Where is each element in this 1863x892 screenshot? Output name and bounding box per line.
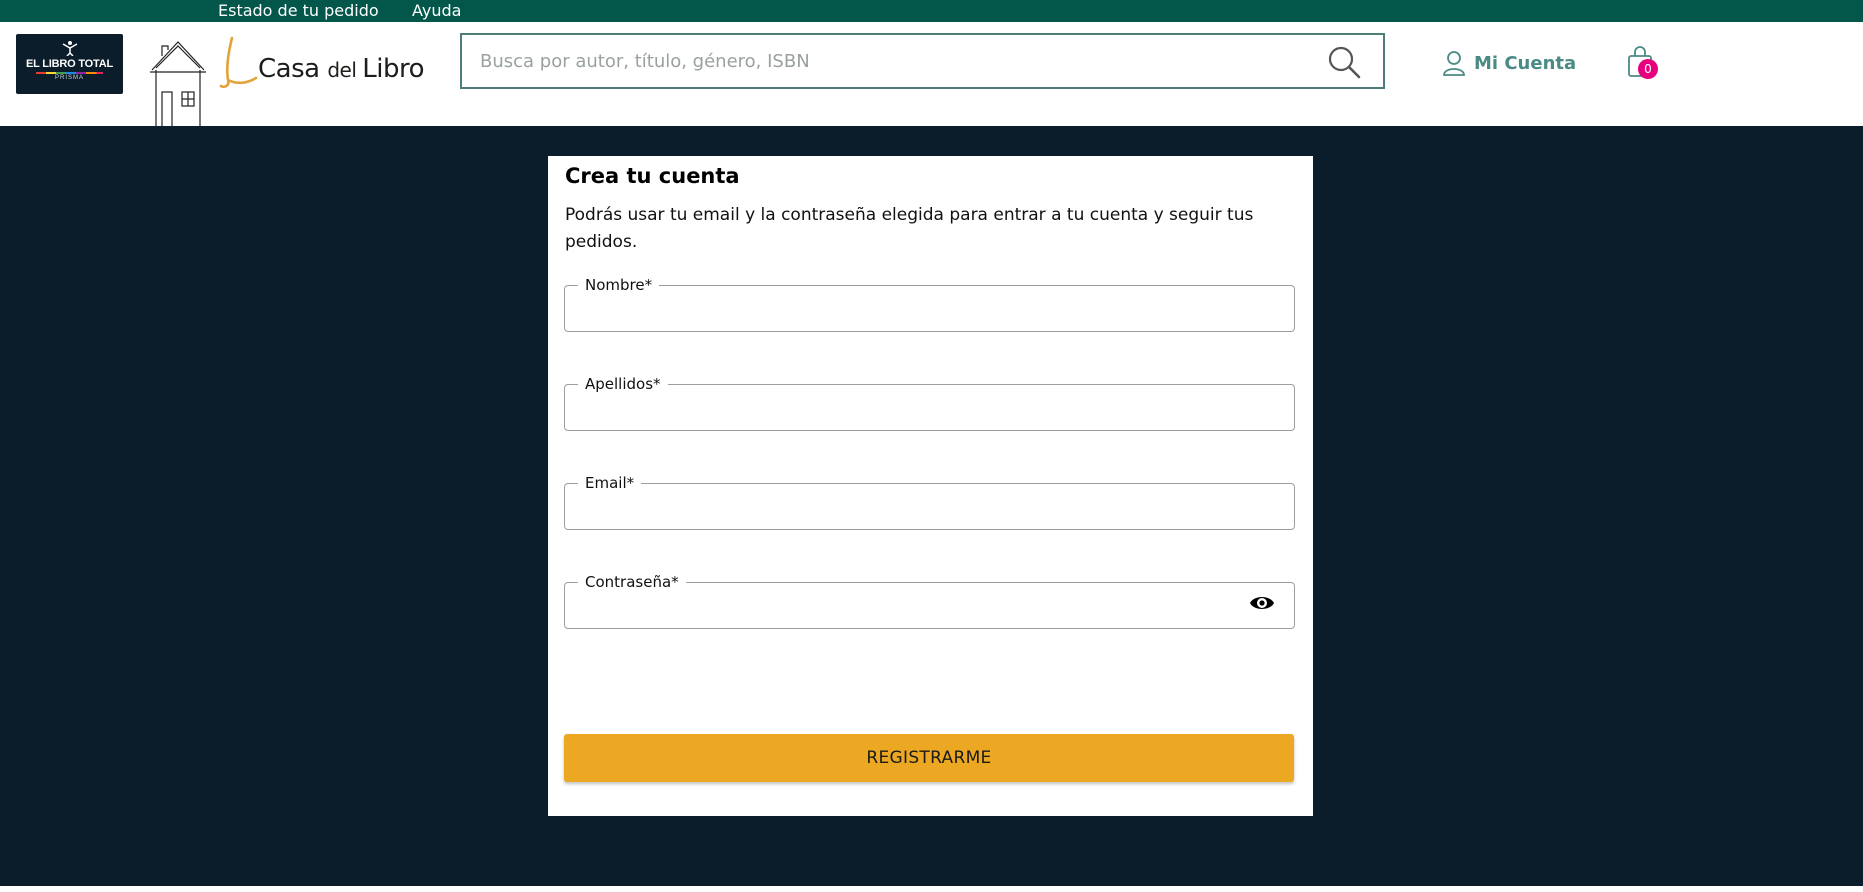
my-account-link[interactable]: Mi Cuenta: [1442, 48, 1576, 78]
search-icon[interactable]: [1327, 45, 1361, 79]
first-name-input[interactable]: [578, 294, 1258, 324]
casa-del-libro-logo[interactable]: Casa del Libro: [218, 36, 425, 96]
help-link[interactable]: Ayuda: [412, 1, 461, 20]
house-icon[interactable]: [148, 36, 208, 130]
first-name-label: Nombre*: [585, 276, 653, 294]
register-button[interactable]: REGISTRARME: [564, 734, 1294, 782]
el-libro-total-logo[interactable]: EL LIBRO TOTAL PRISMA: [16, 34, 123, 94]
password-input[interactable]: [578, 591, 1218, 621]
password-label: Contraseña*: [585, 573, 679, 591]
order-status-link[interactable]: Estado de tu pedido: [218, 1, 379, 20]
search-input[interactable]: [480, 47, 1300, 75]
eye-icon[interactable]: [1249, 593, 1275, 613]
site-header: EL LIBRO TOTAL PRISMA Casa del Libro Bus…: [0, 22, 1863, 129]
last-name-field: Apellidos*: [564, 377, 1295, 431]
my-account-label: Mi Cuenta: [1474, 52, 1577, 74]
top-utility-bar: Estado de tu pedido Ayuda: [0, 0, 1863, 22]
person-figure-icon: [62, 41, 78, 56]
cart-button[interactable]: 0: [1626, 46, 1666, 86]
password-field: Contraseña*: [564, 575, 1295, 629]
user-icon: [1443, 51, 1465, 76]
last-name-input[interactable]: [578, 393, 1258, 423]
logo-elt-subtext: PRISMA: [54, 75, 84, 81]
first-name-field: Nombre*: [564, 278, 1295, 332]
last-name-label: Apellidos*: [585, 375, 661, 393]
form-title: Crea tu cuenta: [565, 164, 740, 188]
logo-elt-text: EL LIBRO TOTAL: [25, 58, 114, 70]
cart-count-badge: 0: [1638, 59, 1658, 79]
logo-color-bar: [36, 72, 103, 74]
email-input[interactable]: [578, 492, 1258, 522]
form-description: Podrás usar tu email y la contraseña ele…: [565, 205, 1254, 252]
search-bar: [460, 33, 1385, 89]
casa-del-libro-l-mark: [219, 36, 258, 89]
email-field: Email*: [564, 476, 1295, 530]
register-form-card: Crea tu cuenta Podrás usar tu email y la…: [548, 156, 1313, 816]
email-label: Email*: [585, 474, 635, 492]
logo-wordmark: Casa del Libro: [258, 54, 425, 84]
